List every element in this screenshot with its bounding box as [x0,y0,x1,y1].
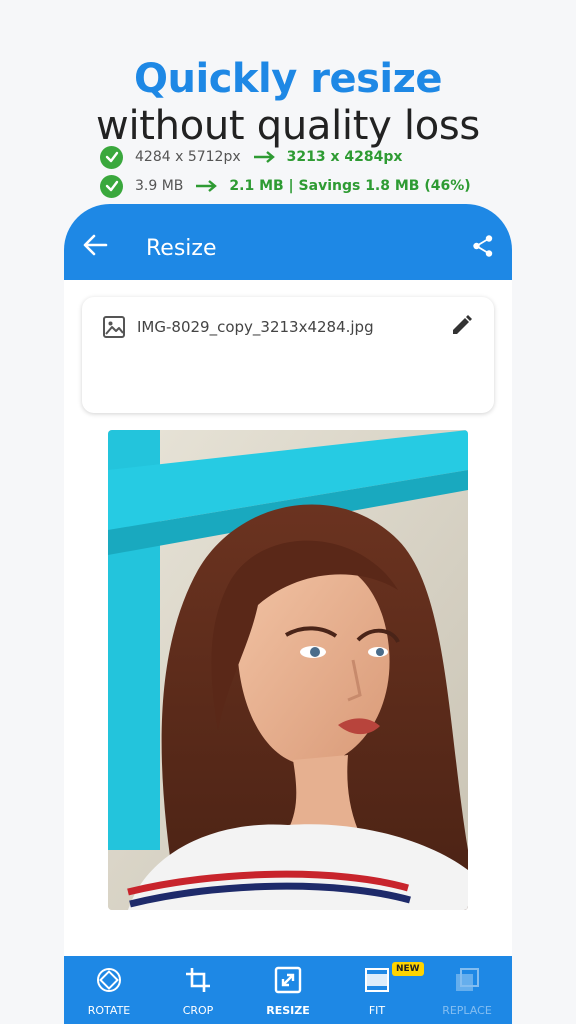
share-icon[interactable] [472,234,494,258]
crop-icon [186,968,210,992]
new-badge: NEW [392,962,424,976]
original-dimensions: 4284 x 5712px [135,149,241,165]
image-icon [103,316,125,338]
page-title: Resize [146,236,217,261]
headline-line-1: Quickly resize [134,56,443,102]
replace-icon [456,968,479,991]
tool-label: REPLACE [442,1004,492,1017]
arrow-left-icon[interactable] [82,234,108,256]
tool-label: RESIZE [266,1004,310,1017]
file-info-card: IMG-8029_copy_3213x4284.jpg [82,297,494,413]
tool-rotate[interactable]: ROTATE [64,956,154,1024]
pencil-icon[interactable] [450,313,474,337]
arrow-right-icon [253,151,275,163]
file-name: IMG-8029_copy_3213x4284.jpg [137,318,374,336]
tool-crop[interactable]: CROP [153,956,243,1024]
tool-label: CROP [182,1004,214,1017]
check-icon [100,174,123,198]
size-row: 3.9 MB 2.1 MB | Savings 1.8 MB (46%) [100,174,471,198]
rotate-icon [97,968,121,992]
original-size: 3.9 MB [135,178,184,194]
bottom-toolbar: ROTATE CROP RESIZE FIT NEW REPLACE [64,956,512,1024]
resize-icon [274,966,302,994]
new-size-savings: 2.1 MB | Savings 1.8 MB (46%) [229,178,471,194]
tool-replace[interactable]: REPLACE [422,956,512,1024]
tool-resize[interactable]: RESIZE [243,956,333,1024]
tool-label: FIT [368,1004,386,1017]
fit-icon [365,968,389,992]
arrow-right-icon [196,180,218,192]
photo-preview [108,430,468,910]
headline-line-2: without quality loss [96,103,480,149]
headline: Quickly resize without quality loss [0,56,576,150]
app-bar: Resize [64,204,512,280]
new-dimensions: 3213 x 4284px [286,149,403,165]
portrait-photo [108,430,468,910]
tool-label: ROTATE [87,1004,131,1017]
tool-fit[interactable]: FIT NEW [332,956,424,1024]
check-icon [100,145,123,169]
dimensions-row: 4284 x 5712px 3213 x 4284px [100,145,402,169]
